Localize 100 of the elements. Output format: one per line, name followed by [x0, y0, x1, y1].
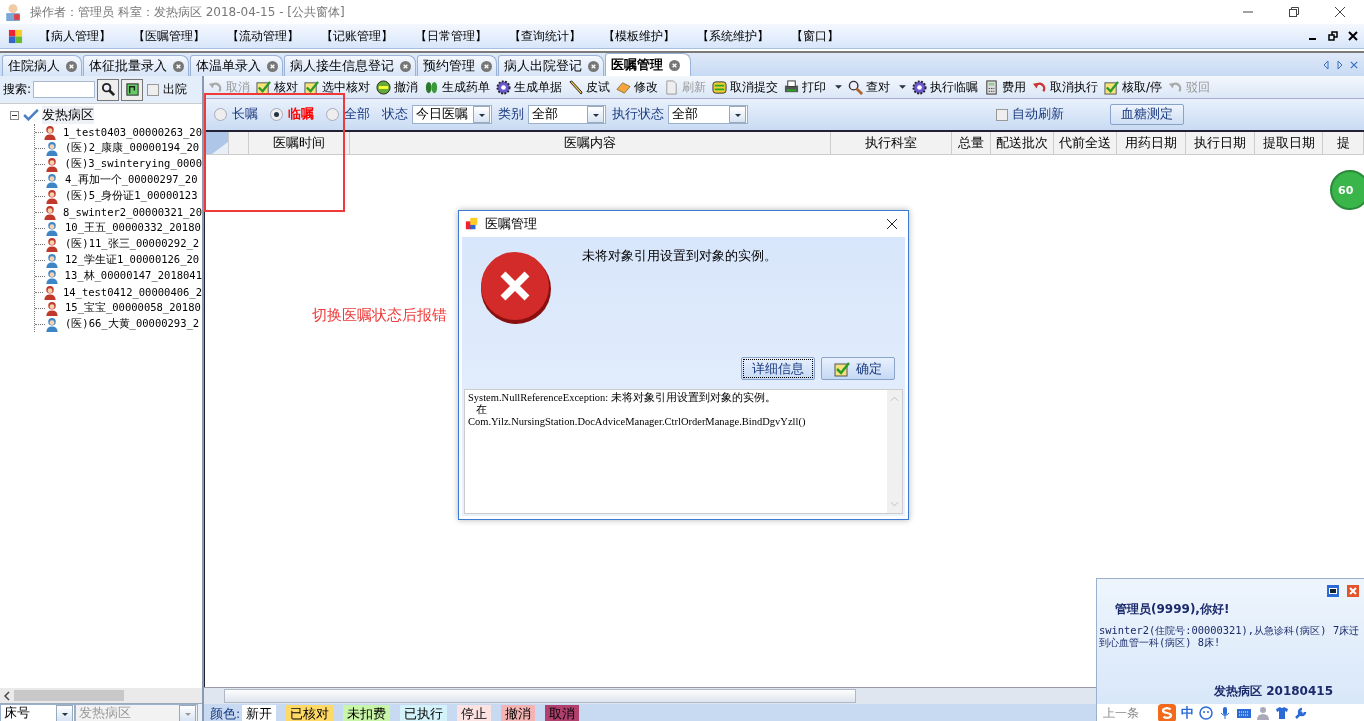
smiley-icon[interactable]: [1199, 706, 1213, 720]
toolbar-button[interactable]: 皮试: [566, 78, 614, 96]
menu-item[interactable]: 【病人管理】: [39, 27, 111, 45]
shirt-icon[interactable]: [1275, 706, 1289, 720]
menu-item[interactable]: 【系统维护】: [697, 27, 769, 45]
status-dropdown[interactable]: 今日医嘱: [412, 105, 492, 124]
tree-item[interactable]: 10_王五_00000332_20180: [65, 221, 201, 235]
column-header[interactable]: 配送批次: [991, 132, 1054, 154]
search-field[interactable]: [33, 81, 96, 98]
person-icon[interactable]: [1256, 706, 1270, 720]
toolbar-button[interactable]: 费用: [982, 78, 1030, 96]
horizontal-scrollbar[interactable]: [0, 688, 202, 703]
glucose-button[interactable]: 血糖测定: [1110, 104, 1184, 125]
menu-item[interactable]: 【模板维护】: [603, 27, 675, 45]
close-icon[interactable]: [886, 218, 898, 230]
checkbox[interactable]: [996, 108, 1008, 121]
toolbar-button[interactable]: 选中核对: [302, 78, 374, 96]
toolbar-button[interactable]: 查对: [846, 78, 910, 96]
toolbar-button[interactable]: 核取/停: [1102, 78, 1167, 96]
toolbar-button[interactable]: 生成单据: [494, 78, 566, 96]
tree-item[interactable]: 15_宝宝_00000058_20180: [65, 301, 201, 315]
tree-item[interactable]: 13_林_00000147_2018041: [64, 269, 202, 283]
tree-item[interactable]: (医)5_身份证1_00000123: [65, 189, 198, 203]
column-header[interactable]: 用药日期: [1117, 132, 1186, 154]
menu-item[interactable]: 【记账管理】: [321, 27, 393, 45]
checkbox[interactable]: [147, 83, 160, 96]
column-header[interactable]: 代前全送: [1054, 132, 1117, 154]
menu-item[interactable]: 【流动管理】: [227, 27, 299, 45]
tab[interactable]: 病人出院登记: [498, 55, 604, 76]
menu-item[interactable]: 【医嘱管理】: [133, 27, 205, 45]
tree-item[interactable]: (医)3_swinterying_0000: [64, 157, 202, 171]
tree-item[interactable]: 1_test0403_00000263_20: [62, 126, 202, 138]
toolbar-button[interactable]: 执行临嘱: [910, 78, 982, 96]
tree-item[interactable]: 14_test0412_00000406_2: [62, 286, 202, 298]
scroll-left-icon[interactable]: [4, 690, 10, 701]
column-header[interactable]: 总量: [952, 132, 991, 154]
tree-item[interactable]: (医)66_大黄_00000293_2: [65, 317, 200, 331]
person-icon: [45, 140, 59, 156]
radio-button[interactable]: [326, 108, 339, 121]
toolbar-button[interactable]: 生成药单: [422, 78, 494, 96]
radio-label: 长嘱: [232, 106, 258, 123]
toolbar-button[interactable]: 撤消: [374, 78, 422, 96]
exec-status-dropdown[interactable]: 全部: [668, 105, 748, 124]
ok-button[interactable]: 确定: [821, 357, 895, 380]
toolbar-button[interactable]: 修改: [614, 78, 662, 96]
tab[interactable]: 病人接生信息登记: [284, 55, 416, 76]
column-header[interactable]: 提: [1323, 132, 1364, 154]
check-icon: [834, 360, 850, 377]
search-button[interactable]: [97, 78, 120, 101]
tab[interactable]: 体征批量录入: [83, 55, 189, 76]
checkbox-label: 出院: [163, 81, 188, 98]
ime-logo-icon[interactable]: [1158, 704, 1176, 721]
tab[interactable]: 医嘱管理: [605, 53, 691, 76]
column-header[interactable]: 医嘱内容: [350, 132, 831, 154]
column-header[interactable]: 执行日期: [1186, 132, 1255, 154]
radio-button[interactable]: [214, 108, 227, 121]
restore-icon[interactable]: [1288, 6, 1300, 18]
scroll-right-icon[interactable]: [1336, 59, 1344, 70]
restore-icon[interactable]: [1327, 585, 1339, 597]
pencil-icon: [568, 79, 583, 95]
details-button[interactable]: 详细信息: [741, 357, 815, 380]
category-dropdown[interactable]: 全部: [528, 105, 606, 124]
keyboard-icon[interactable]: [1237, 706, 1251, 720]
column-header[interactable]: 提取日期: [1255, 132, 1323, 154]
radio-button[interactable]: [270, 108, 283, 121]
toolbar-button[interactable]: 核对: [254, 78, 302, 96]
tree-item[interactable]: 12_学生证1_00000126_20: [65, 253, 200, 267]
column-header[interactable]: 执行科室: [831, 132, 952, 154]
person-icon: [45, 316, 59, 332]
microphone-icon[interactable]: [1218, 706, 1232, 720]
toolbar-button[interactable]: 取消执行: [1030, 78, 1102, 96]
wrench-icon[interactable]: [1294, 706, 1308, 720]
checkmark-icon: [23, 109, 39, 121]
tree-item[interactable]: (医)11_张三_00000292_2: [65, 237, 200, 251]
toolbar-button[interactable]: 取消提交: [710, 78, 782, 96]
column-header[interactable]: 医嘱时间: [249, 132, 350, 154]
tree-item[interactable]: 发热病区: [42, 106, 94, 124]
tree-item[interactable]: 4_再加一个_00000297_20: [65, 173, 198, 187]
tree-item[interactable]: 8_swinter2_00000321_20: [62, 206, 202, 218]
close-icon[interactable]: [1334, 6, 1346, 18]
tab[interactable]: 体温单录入: [190, 55, 283, 76]
locate-button[interactable]: [121, 78, 144, 101]
tab[interactable]: 住院病人: [2, 55, 82, 76]
toolbar-button[interactable]: 打印: [782, 78, 846, 96]
menu-item[interactable]: 【窗口】: [791, 27, 839, 45]
dialog-title: 医嘱管理: [485, 215, 537, 233]
check-icon: [256, 79, 271, 95]
ime-mode[interactable]: 中: [1181, 704, 1194, 721]
scroll-left-icon[interactable]: [1322, 59, 1330, 70]
menu-item[interactable]: 【查询统计】: [509, 27, 581, 45]
tree-item[interactable]: (医)2_康康_00000194_20: [65, 141, 200, 155]
previous-link[interactable]: 上一条: [1103, 704, 1139, 721]
expander-icon[interactable]: [10, 110, 19, 120]
corner-cell[interactable]: [205, 132, 229, 154]
close-icon[interactable]: [1348, 31, 1358, 41]
app-icon: [4, 3, 22, 21]
bed-dropdown[interactable]: 床号: [0, 704, 75, 721]
restore-icon[interactable]: [1328, 31, 1338, 41]
menu-item[interactable]: 【日常管理】: [415, 27, 487, 45]
tab[interactable]: 预约管理: [417, 55, 497, 76]
